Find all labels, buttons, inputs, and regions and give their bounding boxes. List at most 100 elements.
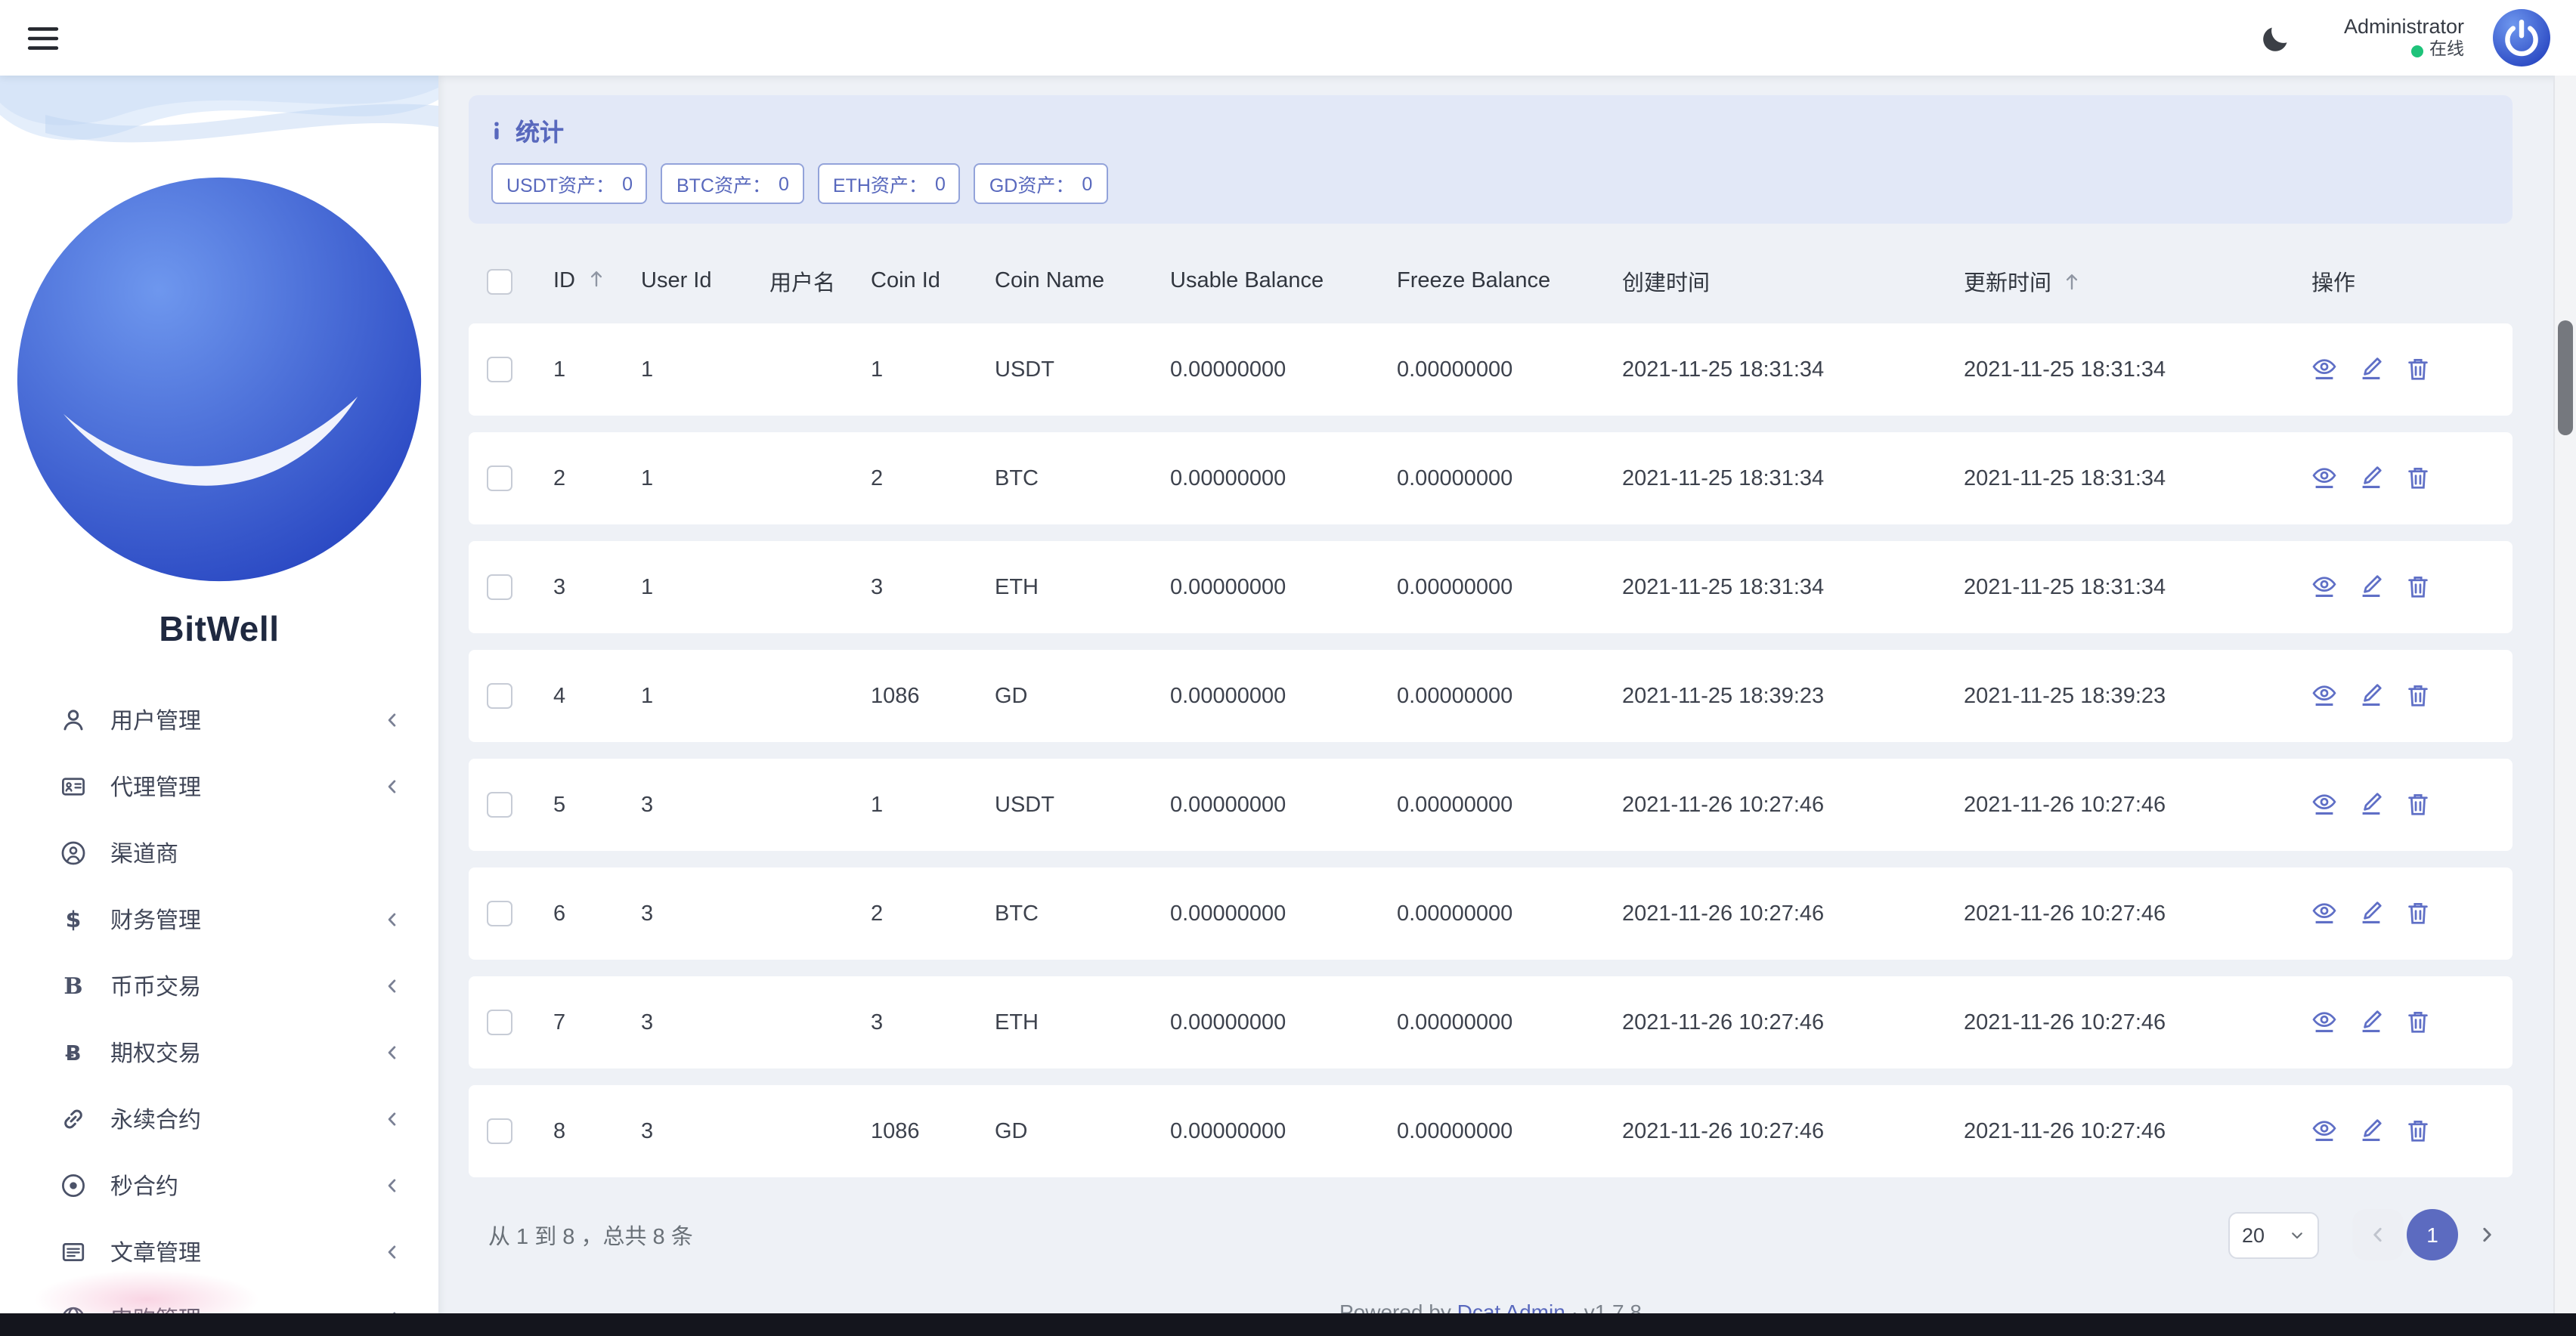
hamburger-menu-icon[interactable] xyxy=(27,25,59,51)
view-eye-icon[interactable] xyxy=(2311,790,2337,819)
column-header-updated_at[interactable]: 更新时间 xyxy=(1952,255,2299,307)
cell-checkbox xyxy=(469,541,541,633)
pagination: 20 1 xyxy=(2228,1209,2513,1260)
chevron-left-icon xyxy=(382,776,402,796)
cell-checkbox xyxy=(469,759,541,851)
delete-trash-icon[interactable] xyxy=(2405,573,2431,602)
cell-checkbox xyxy=(469,976,541,1068)
cell-checkbox xyxy=(469,432,541,524)
view-eye-icon[interactable] xyxy=(2311,573,2337,602)
svg-text:Ƀ: Ƀ xyxy=(65,1040,81,1065)
sidebar-menu: 用户管理 代理管理 渠道商 $ 财务管理 B 币币交易 Ƀ 期权交易 永续合约 … xyxy=(0,686,438,1336)
column-header-freeze_balance: Freeze Balance xyxy=(1385,255,1610,307)
sidebar-item-channel-dealer[interactable]: 渠道商 xyxy=(0,819,438,886)
stat-badge-value: 0 xyxy=(1082,173,1092,194)
cell-coin_name: ETH xyxy=(983,541,1158,633)
row-checkbox[interactable] xyxy=(487,465,512,491)
cell-coin_id: 3 xyxy=(859,976,983,1068)
brand: BitWell xyxy=(0,76,438,650)
sidebar-item-coin-trade[interactable]: B 币币交易 xyxy=(0,952,438,1019)
edit-pencil-icon[interactable] xyxy=(2358,682,2384,710)
cell-id: 7 xyxy=(541,976,629,1068)
dollar-icon: $ xyxy=(60,906,86,932)
table-row: 632BTC0.000000000.000000002021-11-26 10:… xyxy=(469,867,2513,960)
cell-checkbox xyxy=(469,650,541,742)
cell-updated_at: 2021-11-26 10:27:46 xyxy=(1952,759,2299,851)
cell-checkbox xyxy=(469,867,541,960)
row-checkbox[interactable] xyxy=(487,792,512,818)
cell-updated_at: 2021-11-25 18:31:34 xyxy=(1952,541,2299,633)
column-label: ID xyxy=(553,269,575,293)
cell-coin_name: BTC xyxy=(983,432,1158,524)
stats-title: 统计 xyxy=(516,112,564,148)
dark-mode-toggle-moon-icon[interactable] xyxy=(2261,22,2293,54)
prev-page-button[interactable] xyxy=(2352,1209,2404,1260)
sidebar-item-user-management[interactable]: 用户管理 xyxy=(0,686,438,753)
delete-trash-icon[interactable] xyxy=(2405,790,2431,819)
cell-usable_balance: 0.00000000 xyxy=(1158,759,1385,851)
next-page-button[interactable] xyxy=(2461,1209,2513,1260)
row-checkbox[interactable] xyxy=(487,1010,512,1035)
delete-trash-icon[interactable] xyxy=(2405,355,2431,384)
edit-pencil-icon[interactable] xyxy=(2358,355,2384,384)
user-menu[interactable]: Administrator 在线 xyxy=(2344,14,2464,63)
row-checkbox[interactable] xyxy=(487,1118,512,1144)
sidebar-item-agent-management[interactable]: 代理管理 xyxy=(0,753,438,819)
sort-asc-icon[interactable] xyxy=(2064,271,2080,291)
vertical-scrollbar xyxy=(2553,76,2576,1313)
row-checkbox[interactable] xyxy=(487,574,512,600)
view-eye-icon[interactable] xyxy=(2311,355,2337,384)
edit-pencil-icon[interactable] xyxy=(2358,899,2384,928)
cell-username xyxy=(757,976,859,1068)
row-checkbox[interactable] xyxy=(487,683,512,709)
coin-b-icon: B xyxy=(60,973,86,998)
cell-coin_id: 1 xyxy=(859,759,983,851)
row-checkbox[interactable] xyxy=(487,357,512,382)
sidebar-item-finance-management[interactable]: $ 财务管理 xyxy=(0,886,438,952)
cell-usable_balance: 0.00000000 xyxy=(1158,323,1385,416)
edit-pencil-icon[interactable] xyxy=(2358,464,2384,493)
edit-pencil-icon[interactable] xyxy=(2358,1117,2384,1146)
delete-trash-icon[interactable] xyxy=(2405,899,2431,928)
view-eye-icon[interactable] xyxy=(2311,1117,2337,1146)
cell-user_id: 3 xyxy=(629,976,757,1068)
view-eye-icon[interactable] xyxy=(2311,1008,2337,1037)
row-checkbox[interactable] xyxy=(487,901,512,926)
chevron-left-icon xyxy=(382,710,402,729)
delete-trash-icon[interactable] xyxy=(2405,1008,2431,1037)
cell-updated_at: 2021-11-26 10:27:46 xyxy=(1952,1085,2299,1177)
column-label: Coin Name xyxy=(995,269,1104,293)
sidebar-item-perpetual-contract[interactable]: 永续合约 xyxy=(0,1085,438,1152)
cell-updated_at: 2021-11-26 10:27:46 xyxy=(1952,976,2299,1068)
delete-trash-icon[interactable] xyxy=(2405,1117,2431,1146)
edit-pencil-icon[interactable] xyxy=(2358,573,2384,602)
cell-actions xyxy=(2299,759,2513,851)
view-eye-icon[interactable] xyxy=(2311,464,2337,493)
column-header-id[interactable]: ID xyxy=(541,255,629,307)
scrollbar-thumb[interactable] xyxy=(2558,320,2573,435)
current-page-button[interactable]: 1 xyxy=(2407,1209,2458,1260)
cell-coin_name: GD xyxy=(983,650,1158,742)
column-label: Coin Id xyxy=(871,269,940,293)
edit-pencil-icon[interactable] xyxy=(2358,1008,2384,1037)
cell-coin_id: 1086 xyxy=(859,1085,983,1177)
table-body: 111USDT0.000000000.000000002021-11-25 18… xyxy=(469,323,2513,1177)
avatar[interactable] xyxy=(2491,8,2552,68)
column-label: 创建时间 xyxy=(1622,271,1710,295)
view-eye-icon[interactable] xyxy=(2311,899,2337,928)
view-eye-icon[interactable] xyxy=(2311,682,2337,710)
chevron-left-icon xyxy=(382,1042,402,1062)
edit-pencil-icon[interactable] xyxy=(2358,790,2384,819)
cell-user_id: 1 xyxy=(629,432,757,524)
sort-asc-icon[interactable] xyxy=(587,269,604,289)
delete-trash-icon[interactable] xyxy=(2405,682,2431,710)
sidebar-item-option-trade[interactable]: Ƀ 期权交易 xyxy=(0,1019,438,1085)
sidebar-item-second-contract[interactable]: 秒合约 xyxy=(0,1152,438,1218)
delete-trash-icon[interactable] xyxy=(2405,464,2431,493)
online-status-label: 在线 xyxy=(2429,40,2464,63)
cell-checkbox xyxy=(469,323,541,416)
page-size-select[interactable]: 20 xyxy=(2228,1211,2319,1258)
cell-updated_at: 2021-11-25 18:31:34 xyxy=(1952,432,2299,524)
cell-username xyxy=(757,867,859,960)
select-all-checkbox[interactable] xyxy=(487,268,512,294)
